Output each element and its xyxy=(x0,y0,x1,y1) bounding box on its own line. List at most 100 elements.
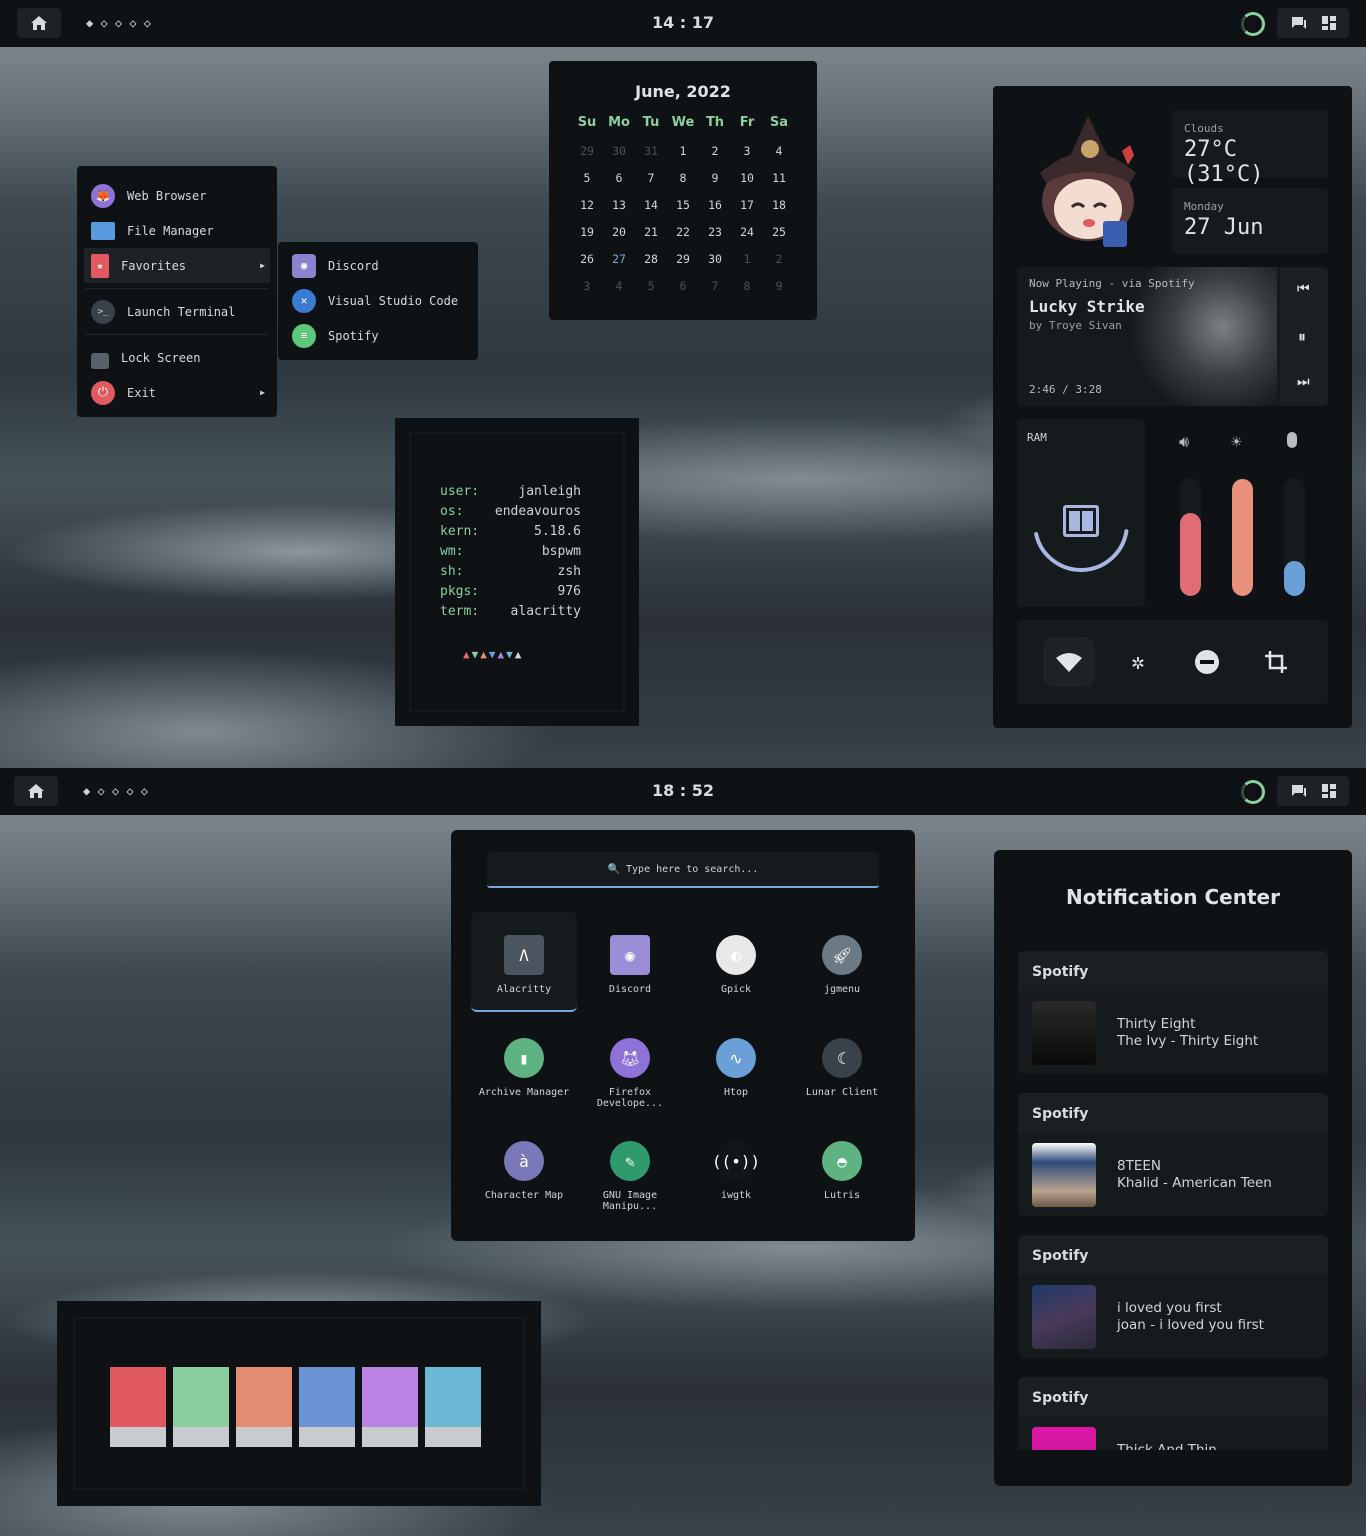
menu-item-favorites[interactable]: ★ Favorites ▶ xyxy=(84,248,270,283)
calendar-day[interactable]: 8 xyxy=(731,272,763,299)
calendar-day[interactable]: 17 xyxy=(731,191,763,218)
power-icon: ⏻ xyxy=(91,380,115,405)
notification-chat-icon[interactable] xyxy=(1291,16,1307,30)
app-tile[interactable]: ◉ Discord xyxy=(577,912,683,1012)
menu-item-label: Lock Screen xyxy=(121,350,201,365)
search-input[interactable]: 🔍 Type here to search... xyxy=(608,864,759,875)
microphone-slider[interactable] xyxy=(1284,478,1305,596)
app-tile[interactable]: ◐ Gpick xyxy=(683,912,789,1012)
calendar-day[interactable]: 31 xyxy=(635,137,667,164)
app-tile[interactable]: Λ Alacritty xyxy=(471,912,577,1012)
calendar-day[interactable]: 24 xyxy=(731,218,763,245)
info-value: 976 xyxy=(557,584,581,599)
calendar-day[interactable]: 16 xyxy=(699,191,731,218)
app-tile[interactable]: 🚀︎ jgmenu xyxy=(789,912,895,1012)
color-triangles: ▲ ▼ ▲ ▼ ▲ ▼ ▲ xyxy=(463,648,521,661)
calendar-day[interactable]: 18 xyxy=(763,191,795,218)
calendar-day[interactable]: 21 xyxy=(635,218,667,245)
calendar-day[interactable]: 3 xyxy=(571,272,603,299)
calendar-day[interactable]: 6 xyxy=(667,272,699,299)
next-track-icon[interactable]: ⏭ xyxy=(1297,374,1310,390)
menu-item-file-manager[interactable]: File Manager xyxy=(77,213,277,248)
calendar-day[interactable]: 15 xyxy=(667,191,699,218)
brightness-slider[interactable] xyxy=(1232,478,1253,596)
app-tile[interactable]: ∿ Htop xyxy=(683,1015,789,1115)
menu-item-web-browser[interactable]: 🦊 Web Browser xyxy=(77,178,277,213)
calendar-day[interactable]: 9 xyxy=(763,272,795,299)
calendar-day[interactable]: 11 xyxy=(763,164,795,191)
calendar-day[interactable]: 4 xyxy=(603,272,635,299)
notification-chat-icon[interactable] xyxy=(1291,784,1307,798)
music-source: Now Playing - via Spotify xyxy=(1029,277,1195,290)
submenu-item-spotify[interactable]: ≡ Spotify xyxy=(278,318,478,353)
notification-card[interactable]: Spotify i loved you first joan - i loved y… xyxy=(1018,1235,1328,1358)
notification-title: i loved you first xyxy=(1117,1300,1222,1316)
app-tile[interactable]: ▮ Archive Manager xyxy=(471,1015,577,1115)
calendar-day[interactable]: 19 xyxy=(571,218,603,245)
wifi-toggle[interactable] xyxy=(1043,637,1095,687)
calendar-day[interactable]: 5 xyxy=(571,164,603,191)
notification-card[interactable]: Spotify Thirty Eight The Ivy - Thirty Eigh… xyxy=(1018,951,1328,1074)
submenu-item-vscode[interactable]: ✕ Visual Studio Code xyxy=(278,283,478,318)
dashboard-grid-icon[interactable] xyxy=(1321,16,1336,30)
calendar-day[interactable]: 10 xyxy=(731,164,763,191)
calendar-day[interactable]: 7 xyxy=(635,164,667,191)
calendar-day[interactable]: 22 xyxy=(667,218,699,245)
calendar-day[interactable]: 6 xyxy=(603,164,635,191)
volume-slider[interactable] xyxy=(1180,478,1201,596)
calendar-day[interactable]: 23 xyxy=(699,218,731,245)
menu-item-exit[interactable]: ⏻ Exit ▶ xyxy=(77,375,277,410)
calendar-day[interactable]: 20 xyxy=(603,218,635,245)
menu-item-lock-screen[interactable]: Lock Screen xyxy=(77,340,277,375)
calendar-day[interactable]: 29 xyxy=(571,137,603,164)
calendar-day[interactable]: 27 xyxy=(603,245,635,272)
app-tile[interactable]: 🦊︎ Firefox Develope... xyxy=(577,1015,683,1115)
calendar-day[interactable]: 9 xyxy=(699,164,731,191)
calendar-day[interactable]: 4 xyxy=(763,137,795,164)
app-tile[interactable]: à Character Map xyxy=(471,1118,577,1218)
app-tile[interactable]: ☾ Lunar Client xyxy=(789,1015,895,1115)
volume-icon[interactable]: 🔊︎ xyxy=(1179,432,1189,452)
battery-ring-icon[interactable] xyxy=(1241,780,1265,804)
calendar-day[interactable]: 30 xyxy=(699,245,731,272)
microphone-icon[interactable] xyxy=(1287,432,1297,448)
previous-track-icon[interactable]: ⏮ xyxy=(1297,281,1310,297)
menu-item-launch-terminal[interactable]: >_ Launch Terminal xyxy=(77,294,277,329)
calendar-day[interactable]: 25 xyxy=(763,218,795,245)
bluetooth-toggle[interactable]: ✲ xyxy=(1112,637,1164,687)
calendar-day[interactable]: 30 xyxy=(603,137,635,164)
notification-card[interactable]: Spotify 8TEEN Khalid - American Teen xyxy=(1018,1093,1328,1216)
calendar-day[interactable]: 3 xyxy=(731,137,763,164)
dashboard-grid-icon[interactable] xyxy=(1321,784,1336,798)
screenshot-toggle[interactable] xyxy=(1250,637,1302,687)
calendar-day[interactable]: 1 xyxy=(731,245,763,272)
app-tile[interactable]: ◓ Lutris xyxy=(789,1118,895,1218)
triangle-icon: ▼ xyxy=(488,648,496,661)
submenu-item-discord[interactable]: ◉ Discord xyxy=(278,248,478,283)
calendar-day[interactable]: 2 xyxy=(763,245,795,272)
calendar-day[interactable]: 14 xyxy=(635,191,667,218)
app-tile[interactable]: ✎ GNU Image Manipu... xyxy=(577,1118,683,1218)
calendar-day[interactable]: 5 xyxy=(635,272,667,299)
calendar-day[interactable]: 8 xyxy=(667,164,699,191)
notification-card[interactable]: Spotify Thick And Thin xyxy=(1018,1377,1328,1450)
search-bar[interactable]: 🔍 Type here to search... xyxy=(487,852,879,888)
calendar-day[interactable]: 26 xyxy=(571,245,603,272)
do-not-disturb-icon xyxy=(1195,650,1219,674)
calendar-day[interactable]: 12 xyxy=(571,191,603,218)
do-not-disturb-toggle[interactable] xyxy=(1181,637,1233,687)
calendar-day[interactable]: 2 xyxy=(699,137,731,164)
calendar-day[interactable]: 28 xyxy=(635,245,667,272)
calendar-day[interactable]: 13 xyxy=(603,191,635,218)
charmap-icon: à xyxy=(504,1141,544,1181)
battery-ring-icon[interactable] xyxy=(1241,12,1265,36)
brightness-icon[interactable]: ☀ xyxy=(1231,432,1242,453)
app-tile[interactable]: ((•)) iwgtk xyxy=(683,1118,789,1218)
calendar-day[interactable]: 1 xyxy=(667,137,699,164)
discord-icon: ◉ xyxy=(292,253,316,278)
pause-icon[interactable]: ⏸ xyxy=(1298,327,1306,347)
calendar-day[interactable]: 7 xyxy=(699,272,731,299)
calendar-day[interactable]: 29 xyxy=(667,245,699,272)
info-key: user: xyxy=(440,484,480,499)
rocket-icon: 🚀︎ xyxy=(822,935,862,975)
